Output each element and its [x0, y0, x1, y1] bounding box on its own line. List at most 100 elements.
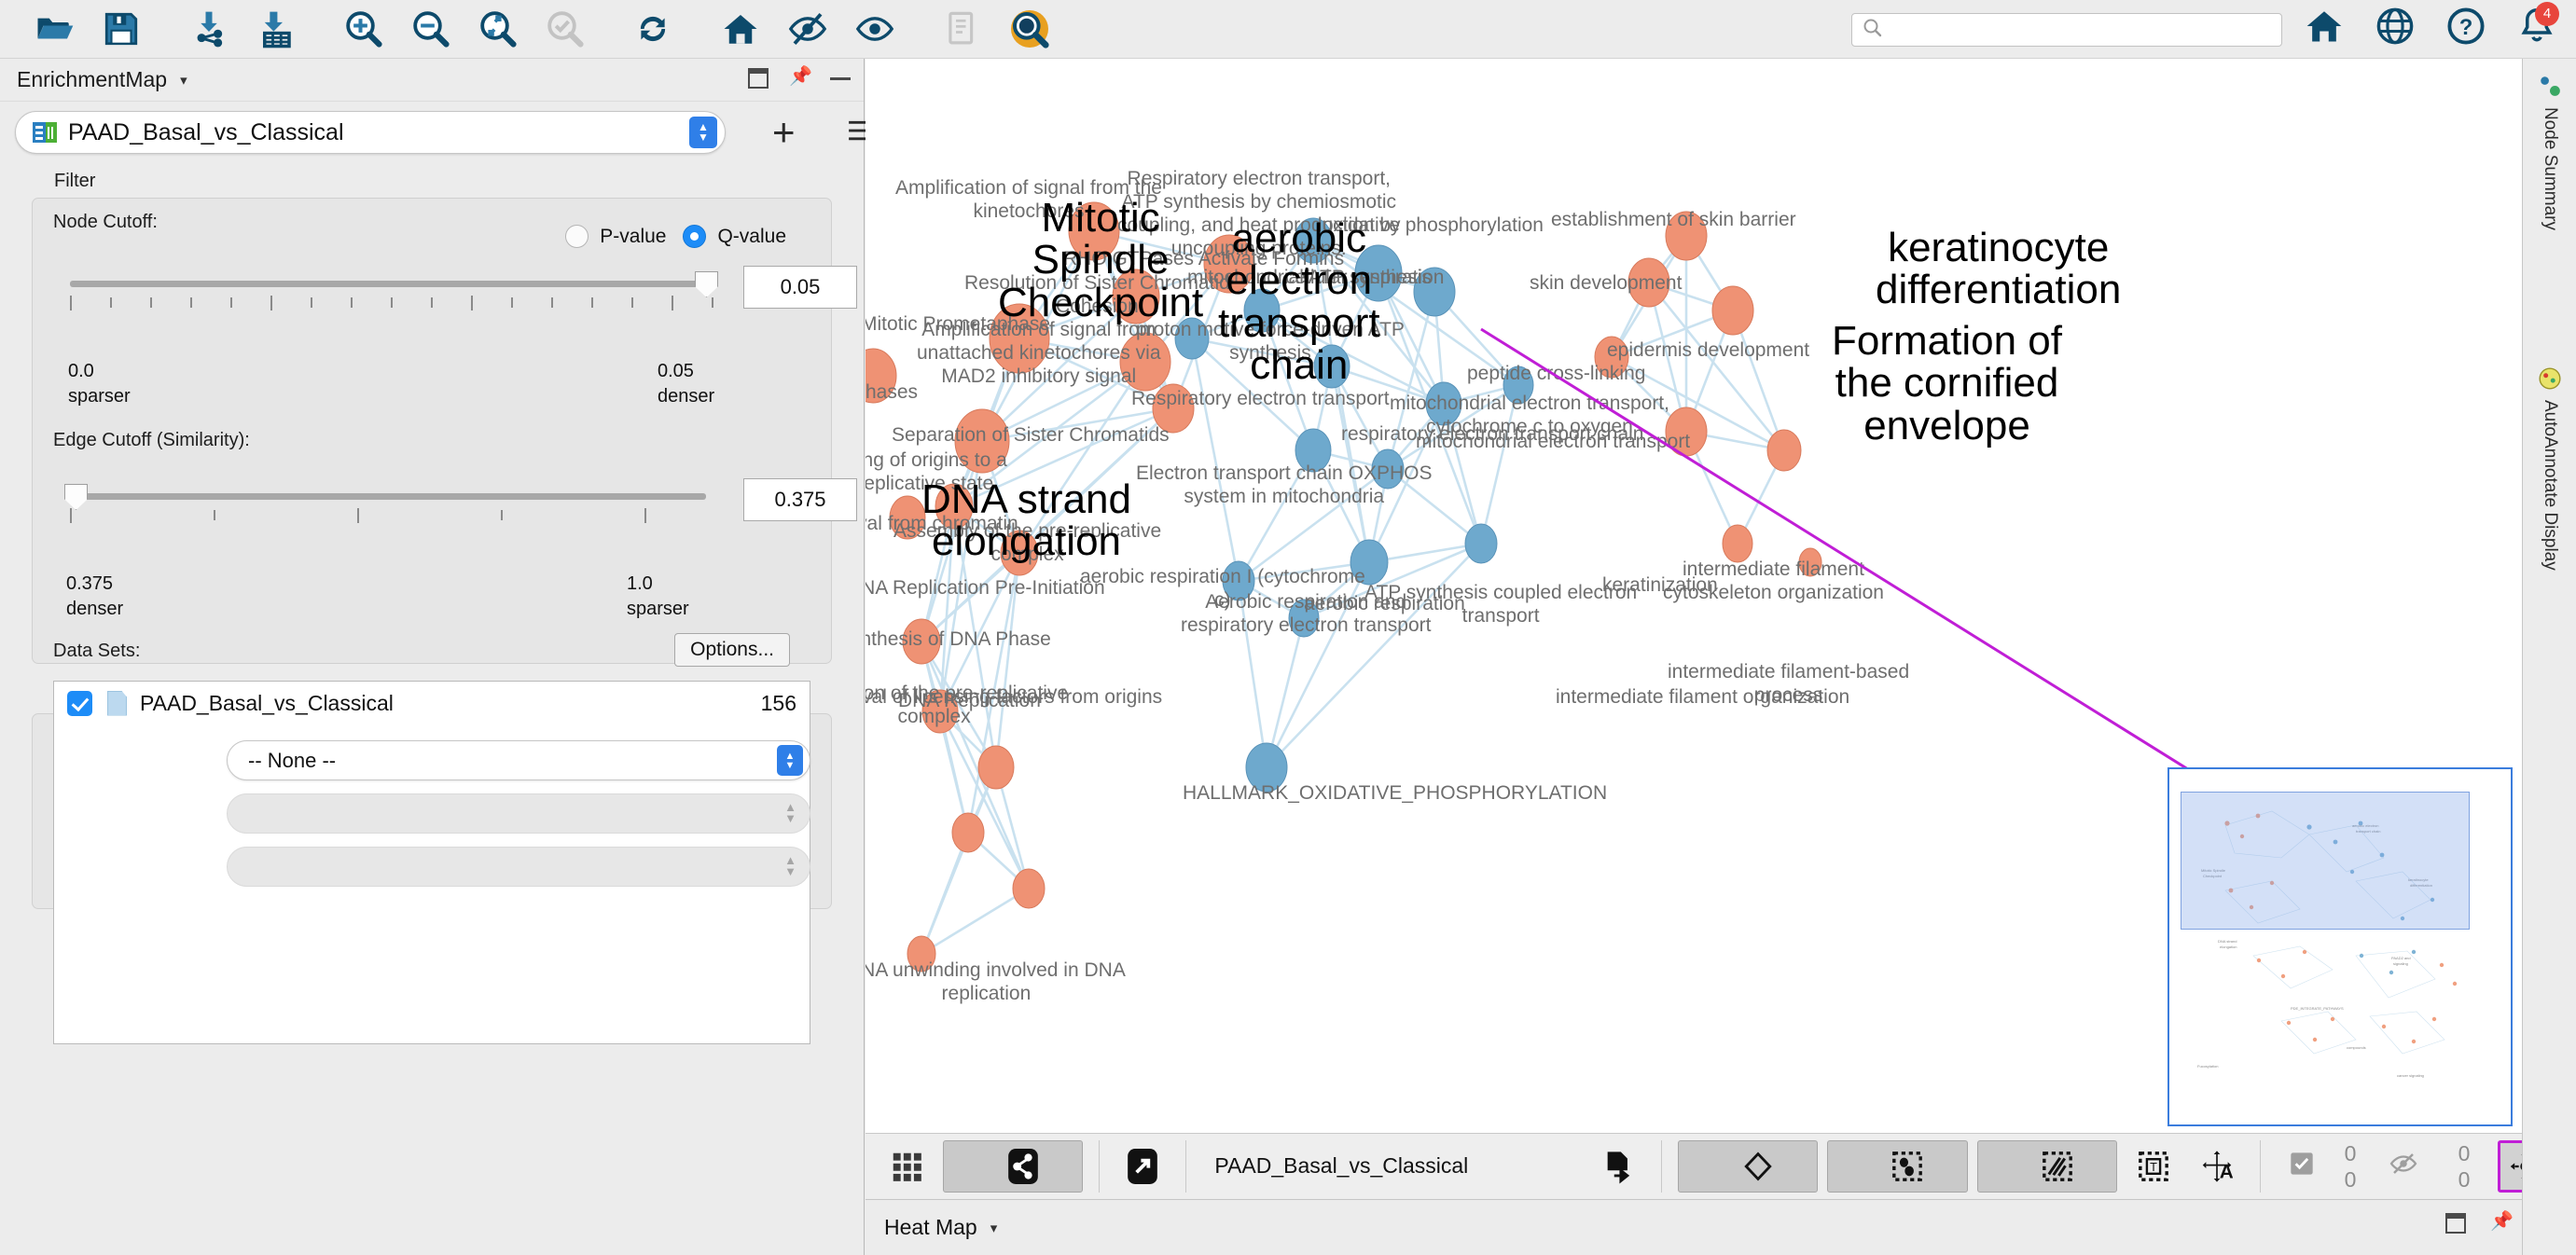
chevron-down-icon[interactable]: ▾: [180, 72, 187, 89]
refresh-icon[interactable]: [619, 1, 686, 57]
hidden-edges-count: 0: [2445, 1166, 2483, 1193]
edge-cutoff-endlabels: 0.375 denser 1.0 sparser: [53, 573, 810, 628]
node-cutoff-slider[interactable]: 0.05: [53, 269, 810, 320]
selection-mode-checkbox[interactable]: [2289, 1151, 2315, 1181]
network-edges: [921, 231, 1784, 954]
node-cutoff-endlabels: 0.0 sparser 0.05 denser: [53, 361, 810, 415]
node-cutoff-value[interactable]: 0.05: [743, 266, 857, 309]
import-table-icon[interactable]: [242, 1, 310, 57]
dataset-selector-row: PAAD_Basal_vs_Classical ▲▼ +: [0, 102, 864, 163]
grid-layout-button[interactable]: [879, 1140, 934, 1193]
overview-minimap[interactable]: Mitotic Spindle Checkpoint aerobic elect…: [2167, 767, 2513, 1126]
chevron-down-icon[interactable]: ▾: [990, 1220, 998, 1236]
svg-text:A: A: [2220, 1161, 2233, 1182]
home-icon[interactable]: [707, 1, 774, 57]
datasets-label: Data Sets:: [53, 641, 140, 661]
new-network-icon[interactable]: [929, 1, 996, 57]
hide-selected-icon[interactable]: [774, 1, 841, 57]
edge-cutoff-thumb[interactable]: [64, 484, 88, 510]
zoom-in-icon[interactable]: [330, 1, 397, 57]
heatmap-pin-button[interactable]: [2490, 1213, 2511, 1234]
export-image-button[interactable]: [1591, 1140, 1645, 1193]
enrichmentmap-icon[interactable]: [996, 1, 1063, 57]
add-dataset-button[interactable]: +: [772, 114, 796, 151]
dataset-checkbox[interactable]: [67, 691, 92, 716]
node-cutoff-right-sub: denser: [658, 386, 714, 407]
dataset-options-button[interactable]: Options...: [674, 633, 790, 667]
search-box[interactable]: [1851, 13, 2282, 47]
chevron-updown-icon: ▲▼: [784, 855, 796, 877]
svg-text:compounds: compounds: [2347, 1045, 2366, 1050]
edge-cutoff-right-end: 1.0: [627, 573, 653, 594]
sidebar-tab-autoannotate[interactable]: AutoAnnotate Display: [2527, 366, 2573, 571]
zoom-out-icon[interactable]: [397, 1, 464, 57]
edge-cutoff-right-sub: sparser: [627, 599, 689, 620]
heatmap-restore-button[interactable]: [2445, 1213, 2466, 1234]
dataset-list-item[interactable]: PAAD_Basal_vs_Classical 156: [54, 682, 810, 724]
home-globe-icon[interactable]: [2304, 6, 2345, 51]
heatmap-panel-titlebar: Heat Map ▾: [866, 1199, 2576, 1255]
show-all-icon[interactable]: [841, 1, 908, 57]
edge-cutoff-label: Edge Cutoff (Similarity):: [53, 430, 250, 450]
search-input[interactable]: [1890, 20, 2263, 41]
notification-badge: 4: [2535, 2, 2559, 26]
chart-type-select[interactable]: ▲▼: [227, 793, 810, 834]
hidden-eye-icon[interactable]: [2389, 1152, 2417, 1180]
sidebar-tab-node-summary-label: Node Summary: [2540, 107, 2560, 230]
select-nodes-button[interactable]: [1827, 1140, 1967, 1193]
chart-data-select[interactable]: -- None -- ▲▼: [227, 740, 810, 780]
chart-colors-select[interactable]: ▲▼: [227, 847, 810, 887]
select-edges-button[interactable]: [1977, 1140, 2117, 1193]
svg-text:PDE_INTEGRATE_PATHWAYS: PDE_INTEGRATE_PATHWAYS: [2291, 1006, 2344, 1011]
radio-qvalue[interactable]: Q-value: [683, 225, 786, 248]
search-icon: [1862, 17, 1884, 44]
radio-pvalue[interactable]: P-value: [565, 225, 666, 248]
import-network-icon[interactable]: [175, 1, 242, 57]
panel-restore-button[interactable]: [748, 68, 769, 89]
datasets-header: Data Sets: Options...: [53, 641, 810, 662]
web-icon[interactable]: [2375, 6, 2416, 51]
panel-titlebar: EnrichmentMap ▾: [0, 59, 864, 102]
edge-cutoff-track: [70, 493, 706, 500]
radio-qvalue-dot: [683, 225, 706, 248]
help-icon[interactable]: ?: [2445, 6, 2486, 51]
right-sidebar: Node Summary AutoAnnotate Display: [2522, 59, 2576, 1255]
sidebar-tab-autoannotate-label: AutoAnnotate Display: [2540, 400, 2560, 571]
detach-view-button[interactable]: [1115, 1140, 1170, 1193]
save-icon[interactable]: [88, 1, 155, 57]
network-view[interactable]: Amplification of signal from the kinetoc…: [866, 59, 2522, 1133]
cytoscape-window: ? 4 EnrichmentMap ▾: [0, 0, 2576, 1255]
zoom-selected-icon[interactable]: [532, 1, 599, 57]
network-title: PAAD_Basal_vs_Classical: [1214, 1153, 1468, 1179]
notifications-bell-icon[interactable]: 4: [2516, 6, 2557, 47]
annotation-shape-button[interactable]: [1678, 1140, 1818, 1193]
node-cutoff-thumb[interactable]: [695, 271, 718, 297]
open-folder-icon[interactable]: [21, 1, 88, 57]
network-view-toolbar: PAAD_Basal_vs_Classical: [866, 1133, 2576, 1198]
chevron-updown-icon[interactable]: ▲▼: [777, 745, 803, 776]
move-labels-button[interactable]: A: [2190, 1140, 2244, 1193]
dataset-combobox[interactable]: PAAD_Basal_vs_Classical ▲▼: [15, 111, 726, 154]
node-cutoff-track: [70, 281, 706, 287]
edge-cutoff-slider[interactable]: 0.375: [53, 482, 810, 532]
filter-section-label: Filter: [54, 171, 864, 192]
zoom-fit-icon[interactable]: [464, 1, 532, 57]
toolbar-spacer: [310, 1, 330, 57]
edge-cutoff-value[interactable]: 0.375: [743, 478, 857, 521]
toolbar-divider: [1661, 1140, 1662, 1193]
select-annotations-button[interactable]: T: [2126, 1140, 2181, 1193]
main-toolbar: ? 4: [0, 0, 2576, 59]
node-cutoff-ticks: [70, 296, 712, 310]
toolbar-spacer: [155, 1, 175, 57]
toolbar-spacer: [686, 1, 707, 57]
node-cutoff-left-sub: sparser: [68, 386, 131, 407]
network-view-button[interactable]: [943, 1140, 1083, 1193]
file-icon: [107, 691, 127, 716]
toolbar-spacer: [908, 1, 929, 57]
minimap-viewport-rect[interactable]: [2181, 792, 2470, 930]
panel-minimize-button[interactable]: [830, 68, 851, 89]
sidebar-tab-node-summary[interactable]: Node Summary: [2527, 74, 2573, 230]
filter-group: Node Cutoff: P-value Q-value: [32, 198, 832, 664]
chevron-updown-icon[interactable]: ▲▼: [689, 117, 717, 148]
panel-pin-button[interactable]: [789, 68, 810, 89]
